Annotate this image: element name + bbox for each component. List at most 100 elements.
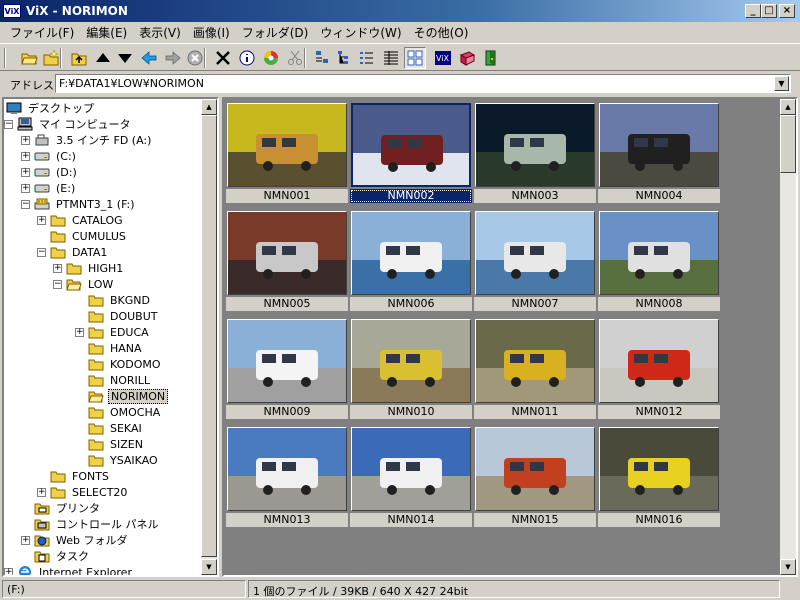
- thumbnail-image[interactable]: [475, 211, 595, 295]
- thumbnail-item[interactable]: NMN009: [226, 317, 348, 424]
- tree-item[interactable]: FONTS: [50, 468, 111, 484]
- thumb-scroll-down-button[interactable]: ▼: [780, 559, 796, 575]
- tree-item[interactable]: (D:): [34, 164, 79, 180]
- thumbnail-image[interactable]: [227, 211, 347, 295]
- tree-expander[interactable]: +: [21, 168, 30, 177]
- tree-item[interactable]: EDUCA: [88, 324, 151, 340]
- menu-item-2[interactable]: 表示(V): [133, 24, 187, 41]
- menu-item-5[interactable]: ウィンドウ(W): [314, 24, 407, 41]
- smalls-view-icon-button[interactable]: [312, 47, 334, 69]
- thumbnail-image[interactable]: [599, 427, 719, 511]
- tree-item[interactable]: HANA: [88, 340, 144, 356]
- close-button[interactable]: ×: [779, 4, 795, 18]
- tree-item[interactable]: DOUBUT: [88, 308, 160, 324]
- tree-view-button[interactable]: [334, 47, 356, 69]
- list-view-button[interactable]: [356, 47, 378, 69]
- address-dropdown-button[interactable]: ▼: [774, 76, 789, 91]
- up-arrow-button[interactable]: [92, 47, 114, 69]
- address-input[interactable]: F:¥DATA1¥LOW¥NORIMON ▼: [55, 74, 791, 93]
- tree-scroll-up-button[interactable]: ▲: [201, 99, 217, 115]
- thumbnail-item[interactable]: NMN015: [474, 425, 596, 532]
- tree-item[interactable]: KODOMO: [88, 356, 163, 372]
- info-button[interactable]: [236, 47, 258, 69]
- thumb-scrollbar[interactable]: ▲ ▼: [780, 99, 796, 575]
- thumbnail-item[interactable]: NMN002: [350, 101, 472, 208]
- tree-expander[interactable]: +: [21, 152, 30, 161]
- toolbar-grip[interactable]: [4, 48, 6, 68]
- thumb-scroll-up-button[interactable]: ▲: [780, 99, 796, 115]
- thumbnail-item[interactable]: NMN010: [350, 317, 472, 424]
- tree-expander[interactable]: +: [21, 184, 30, 193]
- stop-button[interactable]: [184, 47, 206, 69]
- maximize-button[interactable]: □: [761, 4, 777, 18]
- thumbnail-item[interactable]: NMN008: [598, 209, 720, 316]
- thumbnail-image[interactable]: [475, 319, 595, 403]
- thumbnail-view-button[interactable]: [404, 47, 426, 69]
- title-bar[interactable]: ViX ViX - NORIMON _ □ ×: [0, 0, 800, 22]
- tree-item[interactable]: HIGH1: [66, 260, 125, 276]
- new-folder-button[interactable]: [40, 47, 62, 69]
- tree-item[interactable]: SIZEN: [88, 436, 145, 452]
- tree-item[interactable]: SEKAI: [88, 420, 144, 436]
- thumbnail-item[interactable]: NMN007: [474, 209, 596, 316]
- tree-expander[interactable]: +: [75, 328, 84, 337]
- thumbnail-item[interactable]: NMN003: [474, 101, 596, 208]
- down-arrow-button[interactable]: [114, 47, 136, 69]
- tree-item[interactable]: デスクトップ: [6, 100, 96, 116]
- menu-item-3[interactable]: 画像(I): [187, 24, 236, 41]
- thumbnail-image[interactable]: [227, 103, 347, 187]
- thumbnail-image[interactable]: [351, 211, 471, 295]
- tree-expander[interactable]: +: [37, 488, 46, 497]
- back-button[interactable]: [138, 47, 160, 69]
- tree-expander[interactable]: +: [21, 136, 30, 145]
- thumbnail-image[interactable]: [475, 427, 595, 511]
- up-folder-button[interactable]: [68, 47, 90, 69]
- thumbnail-item[interactable]: NMN016: [598, 425, 720, 532]
- cut-button[interactable]: [284, 47, 306, 69]
- tree-scroll-thumb[interactable]: [201, 115, 217, 557]
- thumbnail-image[interactable]: [351, 427, 471, 511]
- tree-item[interactable]: NORILL: [88, 372, 152, 388]
- thumbnail-item[interactable]: NMN014: [350, 425, 472, 532]
- tree-item[interactable]: LOW: [66, 276, 115, 292]
- menu-item-4[interactable]: フォルダ(D): [236, 24, 315, 41]
- thumbnail-image[interactable]: [599, 319, 719, 403]
- book-button[interactable]: [456, 47, 478, 69]
- tree-expander[interactable]: −: [4, 120, 13, 129]
- tree-item[interactable]: YSAIKAO: [88, 452, 160, 468]
- tree-item[interactable]: OMOCHA: [88, 404, 162, 420]
- menu-item-1[interactable]: 編集(E): [80, 24, 133, 41]
- tree-item[interactable]: SELECT20: [50, 484, 129, 500]
- tree-item[interactable]: CATALOG: [50, 212, 125, 228]
- tree-item[interactable]: Internet Explorer: [17, 564, 134, 575]
- thumbnail-image[interactable]: [475, 103, 595, 187]
- menu-item-0[interactable]: ファイル(F): [4, 24, 80, 41]
- thumbnail-item[interactable]: NMN001: [226, 101, 348, 208]
- tree-expander[interactable]: +: [21, 536, 30, 545]
- details-view-button[interactable]: [380, 47, 402, 69]
- tree-item[interactable]: CUMULUS: [50, 228, 128, 244]
- thumbnail-image[interactable]: [351, 319, 471, 403]
- exit-button[interactable]: [480, 47, 502, 69]
- tree-item[interactable]: タスク: [34, 548, 91, 564]
- tree-expander[interactable]: +: [53, 264, 62, 273]
- thumbnail-item[interactable]: NMN004: [598, 101, 720, 208]
- tree-item[interactable]: (E:): [34, 180, 77, 196]
- thumbnail-item[interactable]: NMN012: [598, 317, 720, 424]
- vix-button[interactable]: ViX: [432, 47, 454, 69]
- thumbnail-image[interactable]: [599, 103, 719, 187]
- tree-item[interactable]: 3.5 インチ FD (A:): [34, 132, 153, 148]
- minimize-button[interactable]: _: [745, 4, 761, 18]
- thumbnail-item[interactable]: NMN013: [226, 425, 348, 532]
- tree-expander[interactable]: −: [37, 248, 46, 257]
- thumbnail-item[interactable]: NMN011: [474, 317, 596, 424]
- forward-button[interactable]: [162, 47, 184, 69]
- tree-item[interactable]: NORIMON: [88, 388, 169, 404]
- thumbnail-image[interactable]: [227, 427, 347, 511]
- tree-expander[interactable]: −: [21, 200, 30, 209]
- thumbnail-image[interactable]: [599, 211, 719, 295]
- thumbnail-item[interactable]: NMN005: [226, 209, 348, 316]
- thumbnail-item[interactable]: NMN006: [350, 209, 472, 316]
- tree-scroll-down-button[interactable]: ▼: [201, 559, 217, 575]
- open-folder-button[interactable]: [18, 47, 40, 69]
